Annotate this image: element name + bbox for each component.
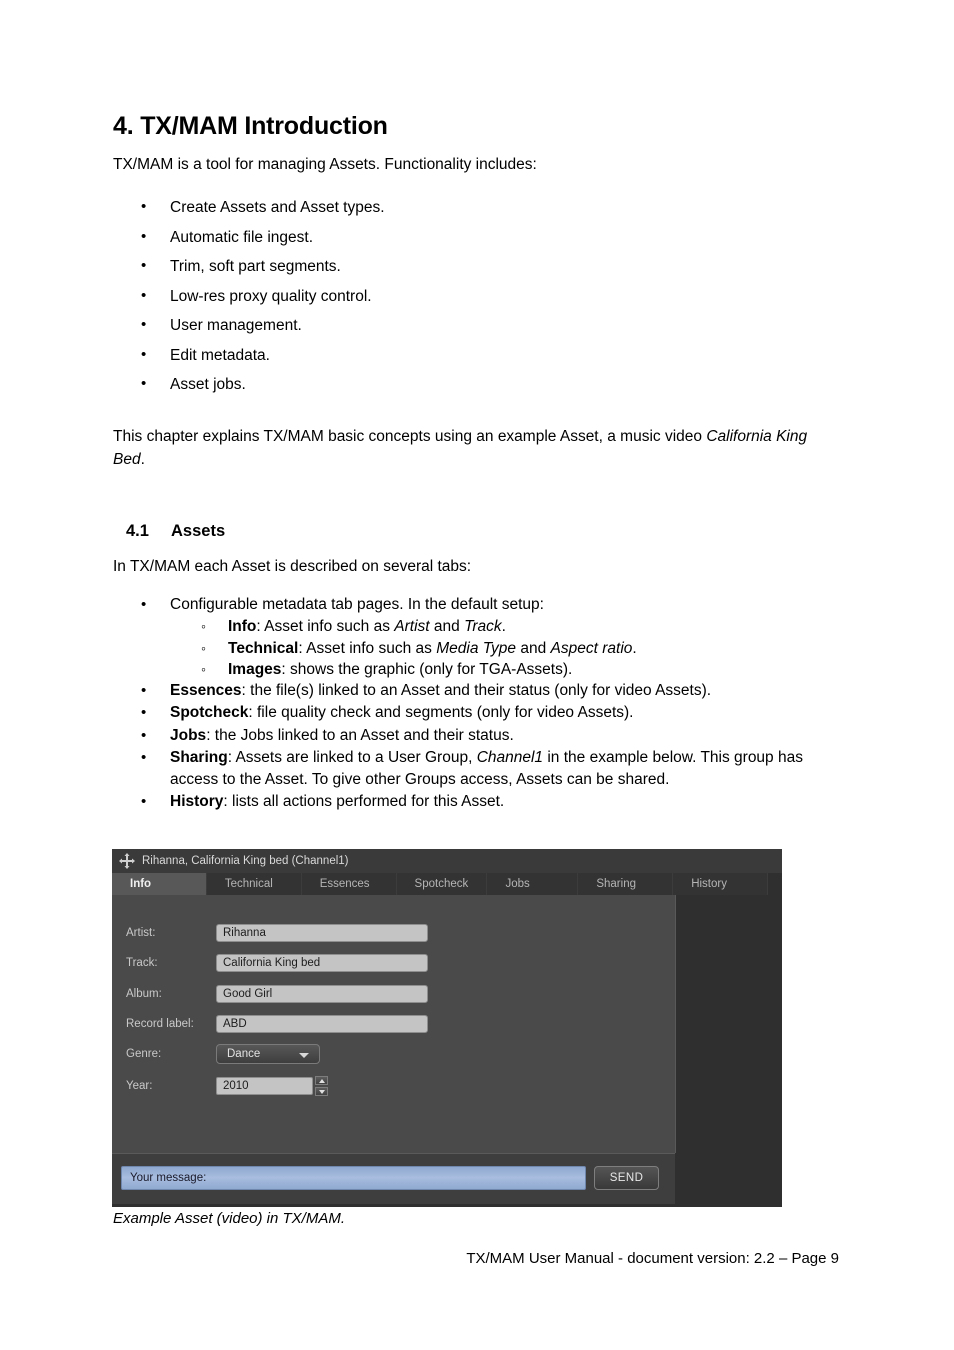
sub-item-italic1: Artist [394, 618, 430, 636]
list-item: Jobs: the Jobs linked to an Asset and th… [113, 725, 839, 747]
stepper-up-icon[interactable] [315, 1076, 328, 1085]
document-page: 4. TX/MAM Introduction TX/MAM is a tool … [0, 0, 954, 1350]
list-item-term: Spotcheck [170, 704, 249, 722]
sub-item-post: . [632, 639, 637, 657]
artist-field[interactable]: Rihanna [216, 924, 428, 942]
chapter-body-paragraph: This chapter explains TX/MAM basic conce… [113, 425, 839, 471]
sub-item-term: Info [228, 618, 257, 636]
stepper-down-icon[interactable] [315, 1087, 328, 1096]
record-label-field[interactable]: ABD [216, 1015, 428, 1033]
intro-paragraph: TX/MAM is a tool for managing Assets. Fu… [113, 156, 537, 173]
list-item: Spotcheck: file quality check and segmen… [113, 702, 839, 724]
page-title: 4. TX/MAM Introduction [113, 112, 388, 140]
list-item-term: Essences [170, 682, 242, 700]
genre-label: Genre: [126, 1048, 162, 1060]
asset-metadata-form: Artist: Rihanna Track: California King b… [112, 895, 675, 1153]
section-number: 4.1 [126, 522, 149, 540]
form-row-artist: Artist: Rihanna [112, 922, 675, 944]
list-item: History: lists all actions performed for… [113, 791, 839, 813]
sub-list-item: Info: Asset info such as Artist and Trac… [113, 616, 839, 638]
list-item-text: : the file(s) linked to an Asset and the… [241, 682, 712, 700]
sub-item-term: Images [228, 660, 282, 678]
message-input[interactable]: Your message: [121, 1166, 586, 1190]
tab-jobs[interactable]: Jobs [487, 873, 579, 895]
page-footer: TX/MAM User Manual - document version: 2… [466, 1250, 839, 1267]
sub-item-pre: : Asset info such as [298, 639, 437, 657]
list-item-text: : lists all actions performed for this A… [223, 793, 505, 811]
year-label: Year: [126, 1080, 153, 1092]
tab-history[interactable]: History [673, 873, 769, 895]
sub-item-pre: : shows the graphic (only for TGA-Assets… [281, 660, 573, 678]
figure-caption: Example Asset (video) in TX/MAM. [113, 1210, 346, 1227]
app-tabstrip: Info Technical Essences Spotcheck Jobs S… [112, 873, 769, 895]
list-item: Edit metadata. [113, 345, 385, 365]
list-item: Create Assets and Asset types. [113, 197, 385, 217]
sub-item-mid: and [429, 618, 465, 636]
sub-item-post: . [501, 618, 506, 636]
list-item: Sharing: Assets are linked to a User Gro… [113, 747, 839, 791]
genre-selected-value: Dance [227, 1048, 261, 1060]
track-field[interactable]: California King bed [216, 954, 428, 972]
list-item-term: Jobs [170, 726, 207, 744]
send-button[interactable]: SEND [594, 1166, 659, 1190]
sub-item-italic1: Media Type [436, 639, 517, 657]
artist-label: Artist: [126, 927, 156, 939]
album-field[interactable]: Good Girl [216, 985, 428, 1003]
message-bar-container: Your message: SEND [112, 1153, 675, 1204]
record-label-label: Record label: [126, 1018, 194, 1030]
list-item: Essences: the file(s) linked to an Asset… [113, 680, 839, 702]
list-item-term: Sharing [170, 748, 228, 766]
list-item-text: : file quality check and segments (only … [248, 704, 634, 722]
section-title-text: Assets [171, 522, 226, 540]
sub-item-mid: and [516, 639, 551, 657]
list-item: Low-res proxy quality control. [113, 286, 385, 306]
list-item-term: History [170, 793, 224, 811]
form-row-genre: Genre: Dance [112, 1043, 675, 1065]
genre-select[interactable]: Dance [216, 1044, 320, 1064]
tab-technical[interactable]: Technical [206, 873, 302, 895]
move-icon [119, 853, 135, 869]
list-item: Asset jobs. [113, 374, 385, 394]
sub-item-italic2: Aspect ratio [550, 639, 633, 657]
sub-list-item: Technical: Asset info such as Media Type… [113, 638, 839, 660]
section-intro-paragraph: In TX/MAM each Asset is described on sev… [113, 558, 472, 575]
section-heading: 4.1 Assets [126, 522, 225, 541]
year-input[interactable]: 2010 [216, 1077, 313, 1095]
album-label: Album: [126, 988, 162, 1000]
list-item-italic: Channel1 [476, 748, 544, 766]
list-item-text: : the Jobs linked to an Asset and their … [206, 726, 514, 744]
list-item: Automatic file ingest. [113, 227, 385, 247]
list-item-pre: : Assets are linked to a User Group, [227, 748, 477, 766]
tab-description-list: Configurable metadata tab pages. In the … [113, 594, 839, 814]
chapter-body-post: . [140, 451, 145, 468]
app-title: Rihanna, California King bed (Channel1) [142, 855, 349, 867]
form-row-album: Album: Good Girl [112, 983, 675, 1005]
sub-item-italic2: Track [464, 618, 502, 636]
tab-sharing[interactable]: Sharing [578, 873, 674, 895]
list-item: Trim, soft part segments. [113, 256, 385, 276]
form-row-year: Year: 2010 [112, 1075, 675, 1097]
form-row-track: Track: California King bed [112, 952, 675, 974]
feature-bullet-list: Create Assets and Asset types. Automatic… [113, 197, 385, 405]
tab-spotcheck[interactable]: Spotcheck [396, 873, 488, 895]
tab-info[interactable]: Info [112, 873, 207, 895]
sub-item-pre: : Asset info such as [256, 618, 395, 636]
list-item: User management. [113, 315, 385, 335]
form-row-record-label: Record label: ABD [112, 1013, 675, 1035]
sub-list-item: Images: shows the graphic (only for TGA-… [113, 659, 839, 681]
sub-item-term: Technical [228, 639, 299, 657]
year-stepper[interactable] [315, 1076, 328, 1096]
chapter-body-pre: This chapter explains TX/MAM basic conce… [113, 428, 707, 445]
figure-app-screenshot: Rihanna, California King bed (Channel1) … [112, 849, 782, 1207]
list-item: Configurable metadata tab pages. In the … [113, 594, 839, 616]
app-titlebar: Rihanna, California King bed (Channel1) [112, 849, 782, 873]
chevron-down-icon [299, 1053, 309, 1058]
tab-essences[interactable]: Essences [301, 873, 397, 895]
track-label: Track: [126, 957, 158, 969]
